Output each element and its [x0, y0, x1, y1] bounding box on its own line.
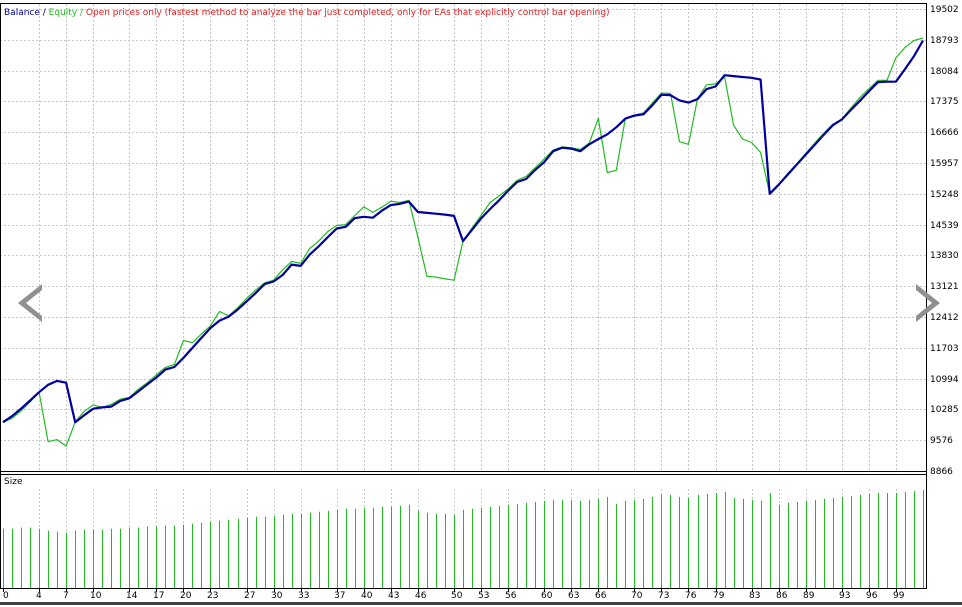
x-tick-label: 46 [415, 591, 427, 601]
y-tick-label: 14539 [930, 221, 959, 231]
legend-test-mode: Open prices only (fastest method to anal… [86, 8, 610, 18]
size-panel-label: Size [4, 477, 23, 487]
y-tick-label: 17375 [930, 97, 959, 107]
x-tick-label: 63 [568, 591, 579, 601]
y-tick-label: 10994 [930, 375, 959, 385]
x-tick-label: 4 [36, 591, 42, 601]
y-tick-label: 11703 [930, 344, 959, 354]
x-tick-label: 50 [451, 591, 463, 601]
y-tick-label: 19502 [930, 5, 959, 15]
balance-line [2, 39, 924, 424]
x-tick-label: 83 [749, 591, 760, 601]
x-tick-label: 23 [207, 591, 218, 601]
x-tick-label: 93 [839, 591, 850, 601]
plot-border [0, 3, 927, 589]
x-tick-label: 70 [631, 591, 643, 601]
x-tick-label: 99 [893, 591, 905, 601]
y-tick-label: 8866 [930, 467, 953, 477]
y-tick-label: 18084 [930, 67, 959, 77]
x-tick-label: 53 [478, 591, 489, 601]
y-tick-label: 13121 [930, 282, 959, 292]
x-tick-label: 27 [244, 591, 255, 601]
x-tick-label: 96 [866, 591, 878, 601]
y-axis-ticks: 8866 9576 10285 10994 11703 12412 13121 13830 14… [930, 5, 959, 477]
legend-equity: Equity [49, 8, 78, 18]
x-tick-label: 86 [776, 591, 788, 601]
x-tick-label: 60 [541, 591, 553, 601]
x-tick-label: 10 [90, 591, 102, 601]
grid [0, 4, 926, 588]
y-tick-label: 12412 [930, 313, 959, 323]
x-tick-label: 0 [3, 591, 9, 601]
y-tick-label: 15957 [930, 159, 959, 169]
x-tick-label: 76 [685, 591, 697, 601]
x-tick-label: 43 [388, 591, 399, 601]
chevron-left-icon[interactable] [18, 284, 42, 322]
x-tick-label: 30 [271, 591, 283, 601]
x-tick-label: 20 [180, 591, 192, 601]
series-lines [2, 37, 924, 447]
x-tick-label: 79 [713, 591, 725, 601]
y-tick-label: 13830 [930, 251, 959, 261]
x-tick-label: 40 [361, 591, 373, 601]
y-tick-label: 9576 [930, 436, 953, 446]
x-tick-label: 89 [803, 591, 815, 601]
legend-balance: Balance [4, 8, 40, 18]
y-tick-label: 10285 [930, 405, 959, 415]
x-tick-label: 37 [334, 591, 345, 601]
x-tick-label: 66 [595, 591, 607, 601]
x-tick-label: 17 [153, 591, 164, 601]
legend-separator: / [40, 8, 49, 18]
x-tick-label: 33 [298, 591, 309, 601]
x-tick-label: 7 [63, 591, 69, 601]
x-tick-label: 56 [505, 591, 517, 601]
x-tick-label: 14 [126, 591, 138, 601]
y-tick-label: 18793 [930, 36, 959, 46]
size-panel [3, 490, 924, 588]
y-tick-label: 16666 [930, 128, 959, 138]
balance-equity-chart: 8866957610285109941170312412131211383014… [0, 3, 962, 605]
y-tick-label: 15248 [930, 190, 959, 200]
x-tick-label: 73 [658, 591, 669, 601]
legend-separator: / [77, 8, 86, 18]
x-axis-ticks: 0 4 7 10 14 17 20 23 27 30 33 37 40 43 46 50 53 56 60 63 66 7… [3, 588, 905, 601]
chart-legend: Balance / Equity / Open prices only (fas… [4, 8, 610, 18]
strategy-tester-graph: 8866 9576 10285 10994 11703 12412 13121 13830 14… [0, 0, 962, 607]
